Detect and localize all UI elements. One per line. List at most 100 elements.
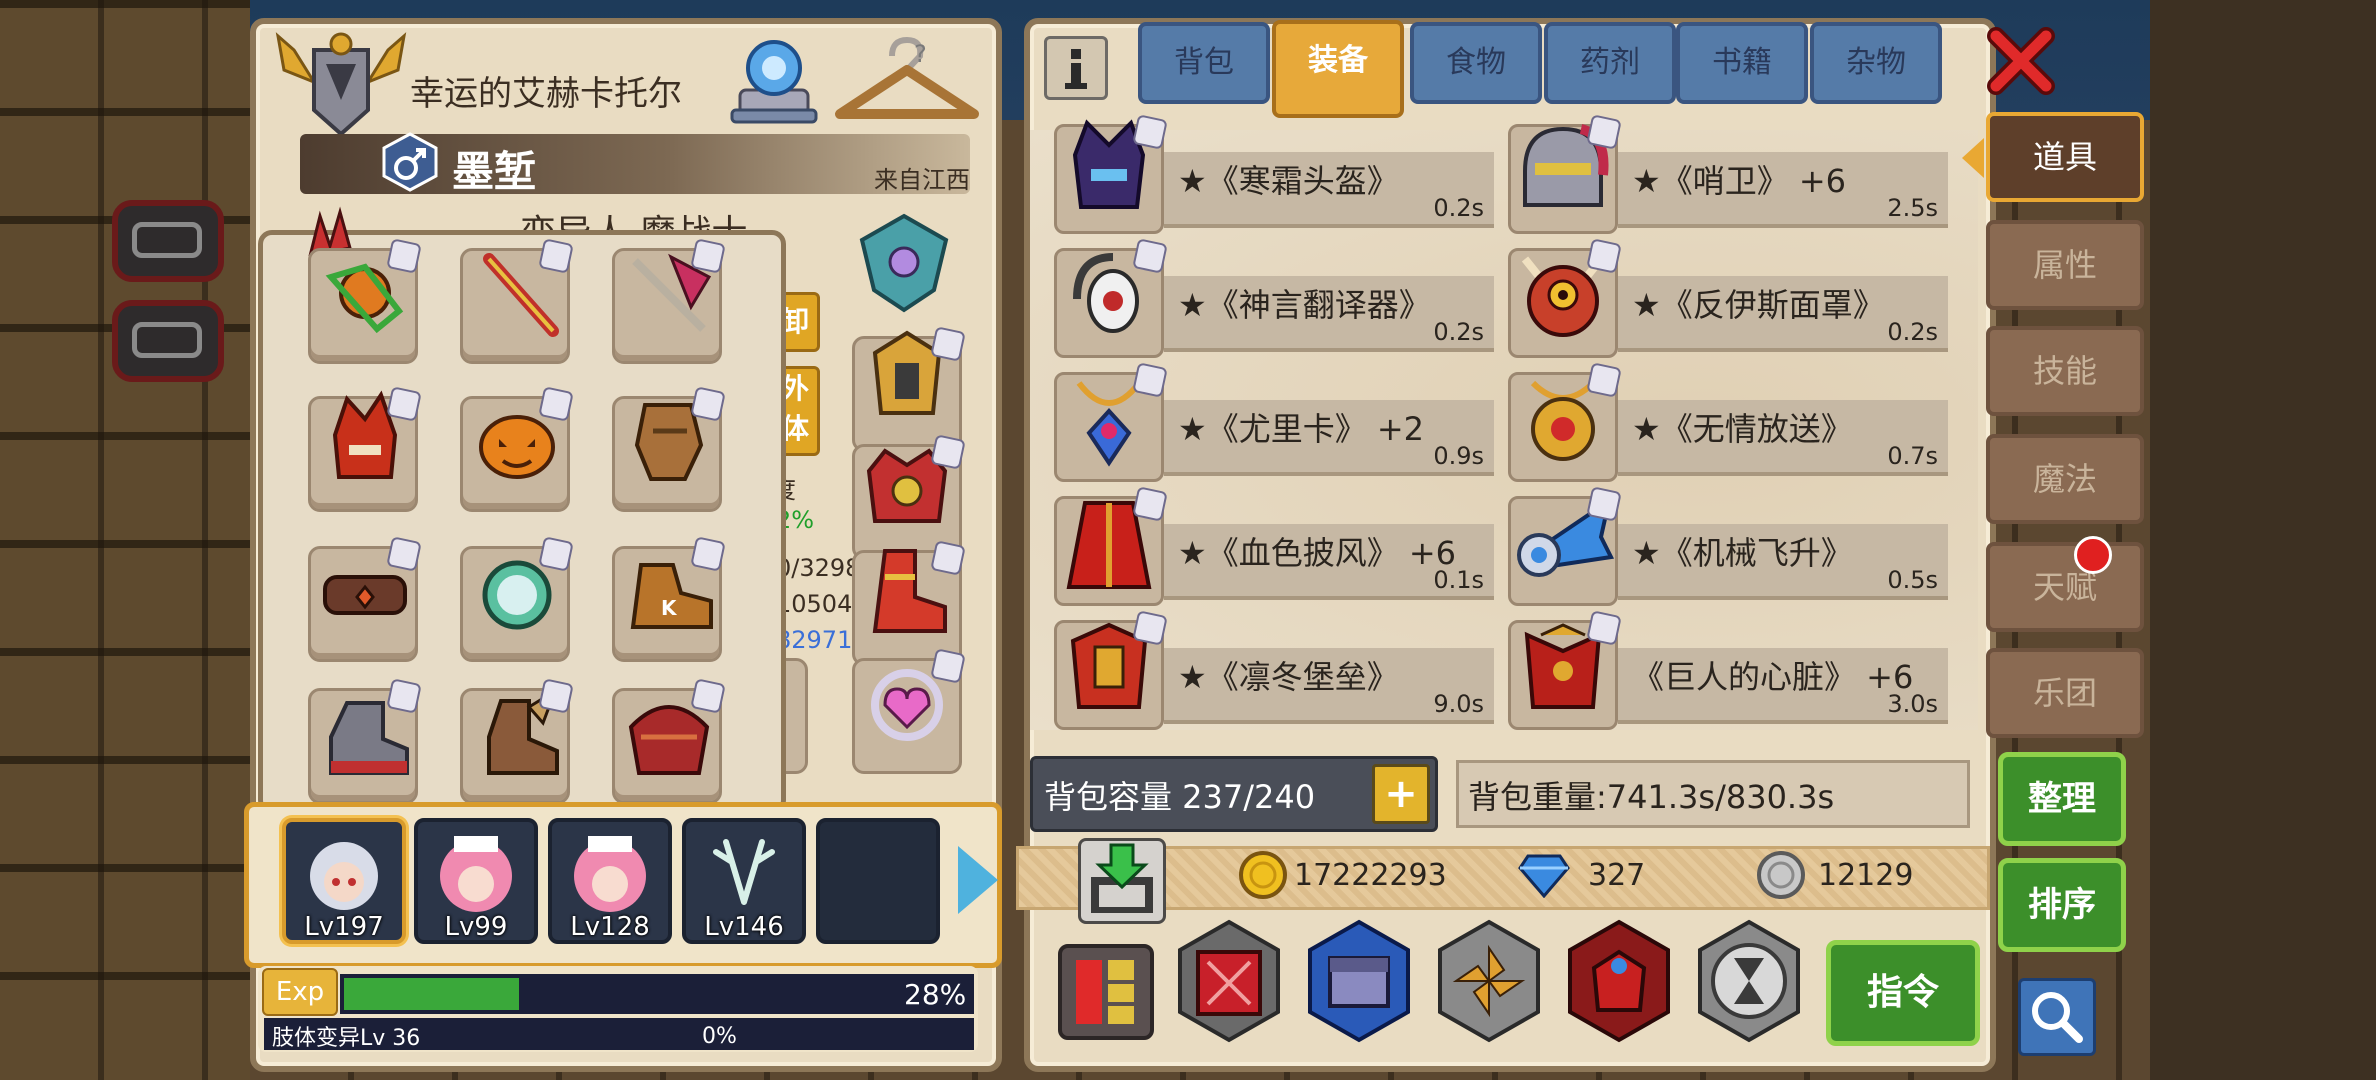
item-badge-icon xyxy=(1586,238,1622,274)
item-weight: 0.2s xyxy=(1433,318,1484,346)
item-name: ★《哨卫》 +6 xyxy=(1632,162,1847,200)
item-weight: 0.5s xyxy=(1887,566,1938,594)
inventory-item[interactable]: ★《反伊斯面罩》 0.2s xyxy=(1508,238,1948,358)
hourglass-icon[interactable] xyxy=(1694,918,1804,1044)
inventory-item[interactable]: ★《哨卫》 +6 2.5s xyxy=(1508,114,1948,234)
inventory-item[interactable]: ★《机械飞升》 0.5s xyxy=(1508,486,1948,606)
item-icon-slot xyxy=(1508,610,1622,730)
side-tab-band[interactable]: 乐团 xyxy=(1986,648,2144,738)
equip-slot[interactable] xyxy=(460,678,574,804)
inventory-item[interactable]: ★《神言翻译器》 0.2s xyxy=(1054,238,1494,358)
equip-slot[interactable] xyxy=(308,536,422,662)
tab-equipment[interactable]: 装备 xyxy=(1272,20,1404,118)
male-icon xyxy=(382,132,438,192)
item-icon-slot xyxy=(1508,114,1622,234)
item-name: ★《机械飞升》 xyxy=(1632,534,1853,572)
shuriken-icon[interactable] xyxy=(1434,918,1544,1044)
orb-pedestal-icon[interactable] xyxy=(724,30,824,126)
item-badge-icon xyxy=(930,434,966,470)
equip-slot[interactable] xyxy=(460,238,574,364)
storage-chest-icon[interactable] xyxy=(1304,918,1414,1044)
item-weight: 0.7s xyxy=(1887,442,1938,470)
pet-slot[interactable]: Lv146 xyxy=(682,818,806,944)
pet-slot[interactable]: Lv128 xyxy=(548,818,672,944)
equip-slot[interactable] xyxy=(460,386,574,512)
equip-slot[interactable] xyxy=(612,238,726,364)
item-info: 《巨人的心脏》 +6 3.0s xyxy=(1618,648,1948,724)
tab-food[interactable]: 食物 xyxy=(1410,22,1542,104)
equip-slot[interactable] xyxy=(612,678,726,804)
pet-slot[interactable]: Lv99 xyxy=(414,818,538,944)
item-badge-icon xyxy=(1586,114,1622,150)
side-tab-skills[interactable]: 技能 xyxy=(1986,326,2144,416)
equip-slot[interactable] xyxy=(460,536,574,662)
red-rune-cube-icon[interactable] xyxy=(1174,918,1284,1044)
search-icon[interactable] xyxy=(2018,978,2096,1056)
mutation-percent: 0% xyxy=(702,1024,737,1049)
barrel-icon xyxy=(112,300,224,382)
inventory-item[interactable]: ★《寒霜头盔》 0.2s xyxy=(1054,114,1494,234)
inventory-item[interactable]: ★《凛冬堡垒》 9.0s xyxy=(1054,610,1494,730)
info-icon[interactable] xyxy=(1044,36,1108,100)
item-name: ★《寒霜头盔》 xyxy=(1178,162,1399,200)
tab-misc[interactable]: 杂物 xyxy=(1810,22,1942,104)
command-button[interactable]: 指令 xyxy=(1826,940,1980,1046)
item-badge-icon xyxy=(538,386,574,422)
export-download-icon[interactable] xyxy=(1078,838,1166,924)
empty-pet-slot[interactable] xyxy=(816,818,940,944)
side-tab-attributes[interactable]: 属性 xyxy=(1986,220,2144,310)
exp-percent: 28% xyxy=(904,978,967,1011)
side-tab-talent[interactable]: 天赋 xyxy=(1986,542,2144,632)
equip-slot[interactable] xyxy=(308,678,422,804)
item-icon-slot xyxy=(1054,610,1168,730)
close-icon[interactable] xyxy=(1986,26,2056,96)
item-badge-icon xyxy=(1132,486,1168,522)
equip-slot[interactable]: K xyxy=(612,536,726,662)
tab-books[interactable]: 书籍 xyxy=(1676,22,1808,104)
item-info: ★《凛冬堡垒》 9.0s xyxy=(1164,648,1494,724)
item-badge-icon xyxy=(1132,238,1168,274)
tab-potion[interactable]: 药剂 xyxy=(1544,22,1676,104)
item-badge-icon xyxy=(1132,610,1168,646)
character-origin: 来自江西 xyxy=(874,166,970,194)
equip-slot[interactable] xyxy=(308,238,422,364)
wardrobe-hanger-icon[interactable]: ? xyxy=(832,36,982,132)
diamond-icon xyxy=(1518,854,1570,898)
item-icon-slot xyxy=(1054,486,1168,606)
sort-button[interactable]: 排序 xyxy=(1998,858,2126,952)
item-badge-icon xyxy=(386,678,422,714)
tab-backpack[interactable]: 背包 xyxy=(1138,22,1270,104)
item-weight: 0.2s xyxy=(1887,318,1938,346)
item-badge-icon xyxy=(386,386,422,422)
side-tab-items[interactable]: 道具 xyxy=(1986,112,2144,202)
expand-capacity-button[interactable]: + xyxy=(1372,764,1430,824)
exp-tag: Exp xyxy=(262,968,338,1016)
inventory-item[interactable]: ★《血色披风》 +6 0.1s xyxy=(1054,486,1494,606)
pet-next-arrow-icon[interactable] xyxy=(958,846,998,914)
item-badge-icon xyxy=(1132,362,1168,398)
item-info: ★《寒霜头盔》 0.2s xyxy=(1164,152,1494,228)
item-badge-icon xyxy=(690,678,726,714)
item-badge-icon xyxy=(930,540,966,576)
quick-slot-123-icon[interactable] xyxy=(1058,944,1154,1040)
item-name: 《巨人的心脏》 +6 xyxy=(1632,658,1914,696)
equip-slot[interactable] xyxy=(308,386,422,512)
organize-button[interactable]: 整理 xyxy=(1998,752,2126,846)
svg-text:?: ? xyxy=(914,40,927,68)
item-info: ★《哨卫》 +6 2.5s xyxy=(1618,152,1948,228)
equip-slot[interactable] xyxy=(612,386,726,512)
item-info: ★《神言翻译器》 0.2s xyxy=(1164,276,1494,352)
amulet-emblem-icon[interactable] xyxy=(854,210,954,320)
inventory-item[interactable]: 《巨人的心脏》 +6 3.0s xyxy=(1508,610,1948,730)
side-tab-magic[interactable]: 魔法 xyxy=(1986,434,2144,524)
item-info: ★《血色披风》 +6 0.1s xyxy=(1164,524,1494,600)
item-name: ★《反伊斯面罩》 xyxy=(1632,286,1885,324)
pet-slot[interactable]: Lv197 xyxy=(282,818,406,944)
inventory-item[interactable]: ★《无情放送》 0.7s xyxy=(1508,362,1948,482)
item-weight: 9.0s xyxy=(1433,690,1484,718)
equip-slot[interactable] xyxy=(852,648,966,774)
crown-armor-icon[interactable] xyxy=(1564,918,1674,1044)
weight-label: 背包重量:741.3s/830.3s xyxy=(1468,778,1835,816)
inventory-item[interactable]: ★《尤里卡》 +2 0.9s xyxy=(1054,362,1494,482)
item-badge-icon xyxy=(690,386,726,422)
